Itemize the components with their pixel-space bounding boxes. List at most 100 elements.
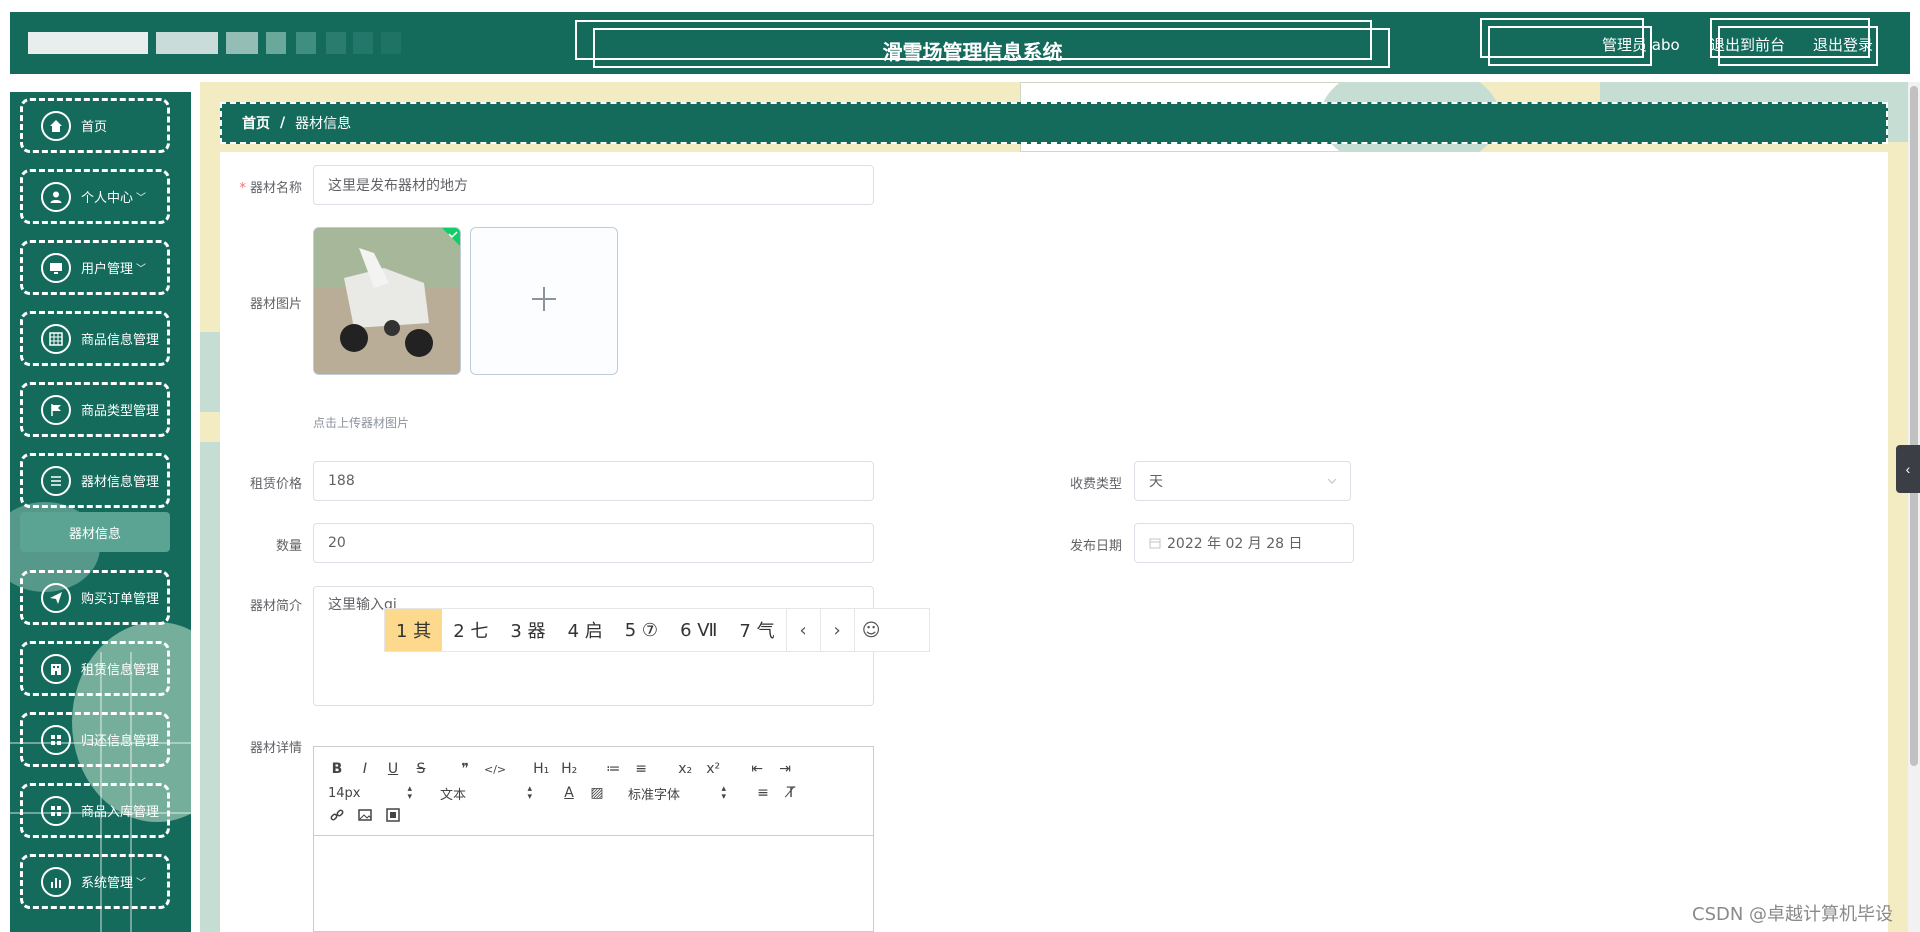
breadcrumb-home[interactable]: 首页 bbox=[242, 113, 270, 133]
grid-icon bbox=[41, 724, 71, 755]
video-icon[interactable] bbox=[384, 808, 402, 826]
name-input[interactable]: 这里是发布器材的地方 bbox=[313, 165, 874, 205]
upload-add-button[interactable] bbox=[470, 227, 618, 375]
outdent-button[interactable]: ⇤ bbox=[748, 761, 766, 777]
upload-tip: 点击上传器材图片 bbox=[313, 416, 410, 430]
breadcrumb-separator: / bbox=[280, 115, 286, 131]
calendar-icon bbox=[1149, 537, 1161, 549]
top-header: 滑雪场管理信息系统 管理员 abo 退出到前台 退出登录 bbox=[0, 0, 1920, 82]
header-select[interactable]: 文本 ▴ ▾ bbox=[440, 784, 544, 803]
price-input[interactable]: 188 bbox=[313, 461, 874, 501]
ime-candidate-bar: 1 其 2 七 3 器 4 启 5 ⑦ 6 Ⅶ 7 气 ‹ › ☺ bbox=[384, 608, 930, 652]
emoji-icon[interactable]: ☺ bbox=[853, 609, 888, 651]
breadcrumb: 首页 / 器材信息 bbox=[220, 102, 1888, 144]
toolbar-row-3 bbox=[328, 807, 412, 827]
clear-format-icon[interactable]: T̸ bbox=[782, 785, 800, 801]
chevron-down-icon: ﹀ bbox=[136, 193, 147, 204]
breadcrumb-current: 器材信息 bbox=[295, 116, 352, 132]
list-icon bbox=[41, 465, 71, 496]
blockquote-button[interactable]: ❞ bbox=[456, 761, 474, 777]
font-size-select[interactable]: 14px ▴ ▾ bbox=[328, 785, 424, 802]
watermark: CSDN @卓越计算机毕设 bbox=[1692, 904, 1894, 925]
strike-button[interactable]: S bbox=[412, 761, 430, 777]
scrollbar-thumb[interactable] bbox=[1910, 86, 1918, 766]
font-color-icon[interactable]: A bbox=[560, 785, 578, 801]
ime-candidate-7[interactable]: 7 气 bbox=[728, 609, 785, 651]
background-color-icon[interactable]: ▨ bbox=[588, 785, 606, 801]
toolbar-row-2: 14px ▴ ▾ 文本 ▴ ▾ A ▨ 标准字体 ▴ ▾ ≡ T̸ bbox=[328, 783, 810, 803]
ime-candidate-4[interactable]: 4 启 bbox=[557, 609, 614, 651]
user-icon bbox=[41, 181, 71, 212]
bold-button[interactable]: B bbox=[328, 761, 346, 777]
detail-label: 器材详情 bbox=[249, 741, 302, 756]
price-label: 租赁价格 bbox=[249, 477, 302, 492]
chevron-left-icon[interactable]: ‹ bbox=[1896, 445, 1920, 493]
ime-candidate-2[interactable]: 2 七 bbox=[442, 609, 499, 651]
form-panel: * 器材名称 这里是发布器材的地方 器材图片 点击上传器材图片 租赁价格 188 … bbox=[220, 152, 1888, 932]
publish-date-value: 2022 年 02 月 28 日 bbox=[1167, 536, 1303, 552]
app-title: 滑雪场管理信息系统 bbox=[882, 40, 1063, 64]
underline-button[interactable]: U bbox=[384, 761, 402, 777]
charge-type-select[interactable]: 天 bbox=[1134, 461, 1351, 501]
subscript-button[interactable]: x₂ bbox=[676, 761, 694, 777]
submenu-equipment-info[interactable]: 器材信息 bbox=[20, 512, 170, 552]
image-icon[interactable] bbox=[356, 808, 374, 826]
chevron-left-icon[interactable]: ‹ bbox=[785, 609, 820, 651]
h2-button[interactable]: H₂ bbox=[560, 761, 578, 777]
align-icon[interactable]: ≡ bbox=[754, 785, 772, 801]
intro-label: 器材简介 bbox=[249, 599, 302, 614]
chart-icon bbox=[41, 866, 71, 897]
flag-icon bbox=[41, 394, 71, 425]
bullet-list-button[interactable]: ≡ bbox=[632, 761, 650, 777]
charge-type-label: 收费类型 bbox=[1069, 477, 1122, 492]
to-front-button[interactable]: 退出到前台 bbox=[1710, 34, 1785, 55]
ime-candidate-6[interactable]: 6 Ⅶ bbox=[669, 609, 728, 651]
italic-button[interactable]: I bbox=[356, 761, 374, 777]
ordered-list-button[interactable]: ≔ bbox=[604, 761, 622, 777]
font-family-select[interactable]: 标准字体 ▴ ▾ bbox=[628, 784, 738, 803]
user-label: 管理员 abo bbox=[1602, 36, 1680, 54]
sidebar-item-purchase-orders[interactable]: 购买订单管理 bbox=[20, 570, 170, 625]
page-scrollbar[interactable] bbox=[1908, 82, 1920, 932]
building-icon bbox=[41, 653, 71, 684]
sidebar-item-system[interactable]: 系统管理 ﹀ bbox=[20, 854, 170, 909]
grid-icon bbox=[41, 795, 71, 826]
sidebar-item-returns[interactable]: 归还信息管理 bbox=[20, 712, 170, 767]
chevron-right-icon[interactable]: › bbox=[819, 609, 854, 651]
home-icon bbox=[41, 110, 71, 141]
charge-type-value: 天 bbox=[1149, 474, 1163, 490]
ime-candidate-5[interactable]: 5 ⑦ bbox=[614, 609, 669, 651]
chevron-down-icon: ﹀ bbox=[136, 264, 147, 275]
code-block-button[interactable]: </> bbox=[484, 763, 506, 776]
superscript-button[interactable]: x² bbox=[704, 761, 722, 777]
logout-button[interactable]: 退出登录 bbox=[1813, 34, 1873, 55]
plus-icon bbox=[530, 285, 558, 318]
sidebar-item-rentals[interactable]: 租赁信息管理 bbox=[20, 641, 170, 696]
editor-toolbar: B I U S ❞ </> H₁ H₂ ≔ ≡ x₂ x² ⇤ ⇥ 14px ▴ ▾… bbox=[314, 747, 873, 836]
title-area: 滑雪场管理信息系统 bbox=[575, 20, 1390, 68]
sidebar-item-stock-in[interactable]: 商品入库管理 bbox=[20, 783, 170, 838]
image-label: 器材图片 bbox=[249, 297, 302, 312]
quantity-label: 数量 bbox=[275, 539, 302, 554]
link-icon[interactable] bbox=[328, 808, 346, 826]
publish-date-picker[interactable]: 2022 年 02 月 28 日 bbox=[1134, 523, 1354, 563]
name-label: * 器材名称 bbox=[239, 181, 302, 196]
sidebar-item-goods[interactable]: 商品信息管理 bbox=[20, 311, 170, 366]
chevron-down-icon bbox=[1326, 475, 1338, 491]
sidebar: 首页 个人中心 ﹀ 用户管理 ﹀ 商品信息管理 商品类型管理 器材信息管理 器材… bbox=[10, 92, 191, 932]
sidebar-item-home[interactable]: 首页 bbox=[20, 98, 170, 153]
h1-button[interactable]: H₁ bbox=[532, 761, 550, 777]
ime-candidate-3[interactable]: 3 器 bbox=[499, 609, 556, 651]
sidebar-item-equipment[interactable]: 器材信息管理 bbox=[20, 453, 170, 508]
quantity-input[interactable]: 20 bbox=[313, 523, 874, 563]
toolbar-row-1: B I U S ❞ </> H₁ H₂ ≔ ≡ x₂ x² ⇤ ⇥ bbox=[328, 759, 804, 779]
rich-text-editor[interactable]: B I U S ❞ </> H₁ H₂ ≔ ≡ x₂ x² ⇤ ⇥ 14px ▴ ▾… bbox=[313, 746, 874, 932]
sidebar-item-users[interactable]: 用户管理 ﹀ bbox=[20, 240, 170, 295]
grid-icon bbox=[41, 323, 71, 354]
sidebar-item-personal[interactable]: 个人中心 ﹀ bbox=[20, 169, 170, 224]
uploaded-image-thumbnail[interactable] bbox=[313, 227, 461, 375]
ime-candidate-1[interactable]: 1 其 bbox=[385, 609, 443, 651]
header-bar: 滑雪场管理信息系统 管理员 abo 退出到前台 退出登录 bbox=[10, 12, 1910, 74]
sidebar-item-goods-type[interactable]: 商品类型管理 bbox=[20, 382, 170, 437]
indent-button[interactable]: ⇥ bbox=[776, 761, 794, 777]
